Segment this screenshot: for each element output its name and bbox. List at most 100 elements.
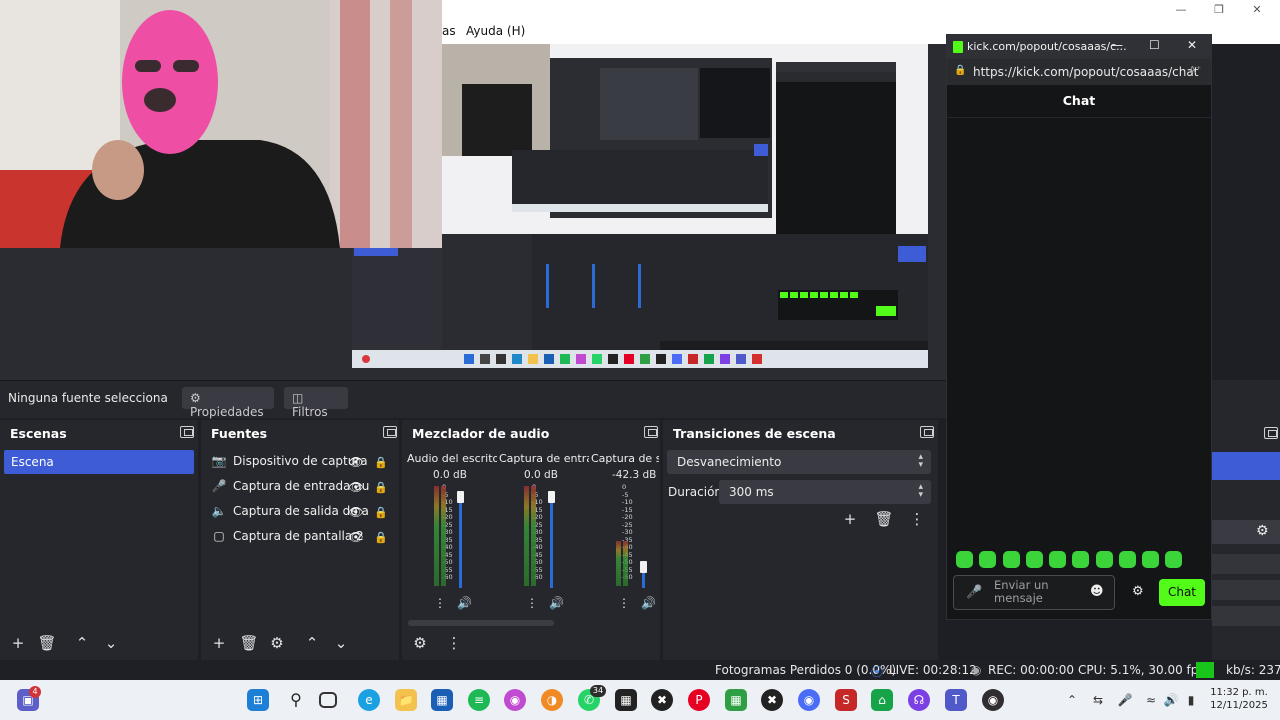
dock-float-icon[interactable]: [1264, 427, 1278, 439]
file-explorer-icon[interactable]: 📁: [395, 689, 417, 711]
lock-icon[interactable]: 🔒: [374, 506, 388, 520]
store-icon[interactable]: ▦: [431, 689, 453, 711]
minimize-icon[interactable]: —: [1164, 2, 1198, 18]
wifi-icon[interactable]: ≈: [1142, 691, 1160, 709]
search-icon[interactable]: ⚲: [285, 689, 307, 711]
trash-icon[interactable]: 🗑: [35, 631, 59, 655]
lock-icon[interactable]: 🔒: [374, 456, 388, 470]
obs-icon[interactable]: ◉: [982, 689, 1004, 711]
emote-icon[interactable]: [1049, 551, 1066, 568]
emote-icon[interactable]: [1026, 551, 1043, 568]
emote-icon[interactable]: [1119, 551, 1136, 568]
fader-handle[interactable]: [548, 491, 555, 503]
lock-icon[interactable]: 🔒: [374, 481, 388, 495]
eye-icon[interactable]: 👁: [348, 455, 364, 471]
fader-handle[interactable]: [640, 561, 647, 573]
emote-icon[interactable]: [1096, 551, 1113, 568]
emoji-icon[interactable]: ☻: [1090, 584, 1104, 599]
emote-icon[interactable]: [1165, 551, 1182, 568]
volume-icon[interactable]: 🔊: [457, 596, 472, 610]
chat-url[interactable]: https://kick.com/popout/cosaaas/chat: [973, 65, 1198, 79]
properties-button[interactable]: ⚙ Propiedades: [182, 387, 274, 419]
dock-float-icon[interactable]: [920, 426, 934, 438]
dock-float-icon[interactable]: [383, 426, 397, 438]
pinterest-icon[interactable]: P: [688, 689, 710, 711]
volume-fader[interactable]: [459, 493, 462, 588]
clock[interactable]: 11:32 p. m. 12/11/2025: [1206, 686, 1272, 712]
add-icon[interactable]: +: [838, 507, 862, 531]
edge-icon[interactable]: e: [358, 689, 380, 711]
app-icon[interactable]: ◉: [798, 689, 820, 711]
app-icon[interactable]: ▦: [615, 689, 637, 711]
dock-float-icon[interactable]: [180, 426, 194, 438]
more-options-icon[interactable]: ⋮: [905, 507, 929, 531]
more-options-icon[interactable]: ⋮: [526, 596, 538, 610]
emote-icon[interactable]: [979, 551, 996, 568]
control-row[interactable]: [1212, 520, 1280, 544]
eye-icon[interactable]: 👁: [348, 480, 364, 496]
emote-icon[interactable]: [1003, 551, 1020, 568]
battery-icon[interactable]: ▮: [1182, 691, 1200, 709]
transition-select[interactable]: Desvanecimiento ▴ ▾: [667, 450, 931, 474]
more-options-icon[interactable]: ⋮: [434, 596, 446, 610]
chevron-up-icon[interactable]: ⌃: [300, 631, 324, 655]
advanced-audio-gear-icon[interactable]: ⚙: [408, 631, 432, 655]
headphones-icon[interactable]: ☊: [908, 689, 930, 711]
microphone-icon[interactable]: 🎤: [966, 585, 982, 600]
volume-icon[interactable]: 🔊: [1162, 691, 1180, 709]
emote-icon[interactable]: [1072, 551, 1089, 568]
eye-icon[interactable]: 👁: [348, 505, 364, 521]
fader-handle[interactable]: [457, 491, 464, 503]
lock-icon[interactable]: 🔒: [374, 531, 388, 545]
app-icon[interactable]: S: [835, 689, 857, 711]
chat-message-input[interactable]: 🎤 Enviar un mensaje ☻: [953, 575, 1115, 610]
volume-icon[interactable]: 🔊: [549, 596, 564, 610]
capcut-icon[interactable]: ✖: [651, 689, 673, 711]
close-icon[interactable]: ✕: [1240, 2, 1274, 18]
trash-icon[interactable]: 🗑: [237, 631, 261, 655]
blender-icon[interactable]: ◑: [541, 689, 563, 711]
teams-icon[interactable]: T: [945, 689, 967, 711]
minimize-icon[interactable]: —: [1111, 38, 1123, 52]
scene-item[interactable]: Escena: [4, 450, 194, 474]
volume-fader[interactable]: [550, 493, 553, 588]
restore-icon[interactable]: ❐: [1202, 2, 1236, 18]
read-aloud-icon[interactable]: A⁺: [1189, 65, 1201, 76]
chevron-down-icon[interactable]: ⌄: [329, 631, 353, 655]
more-options-icon[interactable]: ⋮: [442, 631, 466, 655]
network-switch-icon[interactable]: ⇆: [1089, 691, 1107, 709]
chat-send-button[interactable]: Chat: [1159, 579, 1205, 606]
control-row[interactable]: [1212, 580, 1280, 600]
control-row[interactable]: [1212, 554, 1280, 574]
gear-icon[interactable]: ⚙: [265, 631, 289, 655]
menu-item-partial[interactable]: as: [442, 24, 456, 38]
trash-icon[interactable]: 🗑: [872, 507, 896, 531]
eye-icon[interactable]: 👁: [348, 530, 364, 546]
app-icon[interactable]: ▦: [725, 689, 747, 711]
chevron-down-icon[interactable]: ⌄: [99, 631, 123, 655]
gear-icon[interactable]: ⚙: [1256, 523, 1269, 539]
add-icon[interactable]: +: [6, 631, 30, 655]
spotify-icon[interactable]: ≡: [468, 689, 490, 711]
duration-spinbox[interactable]: 300 ms ▴ ▾: [719, 480, 931, 504]
app-icon[interactable]: ◉: [504, 689, 526, 711]
chat-url-bar[interactable]: 🔒 https://kick.com/popout/cosaaas/chat A…: [947, 59, 1211, 85]
capcut-icon[interactable]: ✖: [761, 689, 783, 711]
maximize-icon[interactable]: ☐: [1149, 38, 1160, 52]
start-icon[interactable]: ⊞: [247, 689, 269, 711]
add-icon[interactable]: +: [207, 631, 231, 655]
control-row[interactable]: [1212, 606, 1280, 626]
app-icon[interactable]: ⌂: [871, 689, 893, 711]
task-view-icon[interactable]: [319, 692, 337, 708]
volume-icon[interactable]: 🔊: [641, 596, 656, 610]
microphone-icon[interactable]: 🎤: [1116, 691, 1134, 709]
dock-float-icon[interactable]: [644, 426, 658, 438]
emote-icon[interactable]: [956, 551, 973, 568]
menu-item-help[interactable]: Ayuda (H): [466, 24, 525, 38]
emote-icon[interactable]: [1142, 551, 1159, 568]
chevron-up-icon[interactable]: ⌃: [70, 631, 94, 655]
filters-button[interactable]: ◫ Filtros: [284, 387, 348, 419]
chat-settings-gear-icon[interactable]: ⚙: [1132, 584, 1144, 599]
more-options-icon[interactable]: ⋮: [618, 596, 630, 610]
chevron-up-icon[interactable]: ⌃: [1063, 691, 1081, 709]
